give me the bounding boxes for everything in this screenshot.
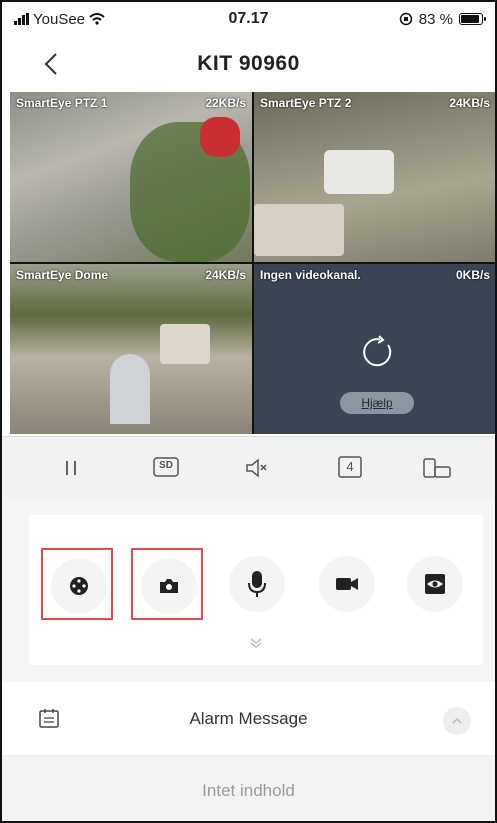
channel-2-trailer (254, 204, 344, 256)
snapshot-button[interactable] (131, 548, 203, 620)
status-left: YouSee (14, 11, 174, 28)
video-channel-4[interactable]: Ingen videokanal. 0KB/s Hjælp (254, 264, 495, 434)
empty-state-text: Intet indhold (2, 756, 495, 821)
channel-2-rate: 24KB/s (449, 96, 490, 110)
video-channel-2[interactable]: SmartEye PTZ 2 24KB/s (254, 92, 495, 262)
action-panel (29, 515, 483, 665)
status-right: 83 % (323, 10, 486, 28)
preset-view-icon (425, 574, 445, 594)
chevron-up-icon (452, 717, 462, 724)
split-label: 4 (346, 459, 354, 474)
status-bar: YouSee 07.17 83 % (2, 2, 495, 36)
split-screen-button[interactable]: 4 (336, 455, 364, 479)
channel-3-structure (160, 324, 210, 364)
page-title: KIT 90960 (197, 52, 300, 75)
loading-spinner-icon (363, 335, 392, 367)
carrier-name: YouSee (33, 10, 86, 28)
ptz-control-icon (70, 577, 88, 595)
snapshot-circle (141, 558, 197, 614)
microphone-circle (229, 556, 285, 612)
video-grid: SmartEye PTZ 1 22KB/s SmartEye PTZ 2 24K… (10, 92, 495, 434)
channel-1-label: SmartEye PTZ 1 (16, 96, 108, 110)
channel-4-label: Ingen videokanal. (260, 268, 361, 282)
signal-icon (14, 13, 29, 25)
device-orientation-icon[interactable] (422, 457, 452, 479)
preset-view-button[interactable] (399, 548, 471, 620)
camera-snapshot-icon (160, 579, 178, 593)
microphone-icon (248, 571, 266, 597)
back-chevron-icon[interactable] (38, 50, 66, 78)
channel-4-rate: 0KB/s (455, 268, 490, 282)
record-video-circle (319, 556, 375, 612)
wifi-icon (89, 13, 105, 25)
video-record-icon (336, 578, 358, 590)
help-button[interactable]: Hjælp (340, 392, 414, 414)
channel-2-van (324, 150, 394, 194)
status-time: 07.17 (228, 10, 269, 27)
ptz-control-button[interactable] (41, 548, 113, 620)
nav-bar: KIT 90960 (2, 36, 495, 92)
ptz-control-circle (51, 558, 107, 614)
orientation-lock-icon (399, 12, 413, 26)
channel-3-object (110, 354, 150, 424)
channel-3-label: SmartEye Dome (16, 268, 109, 282)
battery-percent: 83 % (418, 10, 453, 28)
expand-chevron-icon[interactable] (248, 637, 264, 649)
app-frame: YouSee 07.17 83 % KIT 90960 SmartEye PTZ… (0, 0, 497, 823)
alarm-message-title: Alarm Message (189, 709, 308, 728)
alarm-message-row[interactable]: Alarm Message (2, 682, 495, 756)
quality-toggle-button[interactable]: SD (152, 455, 180, 479)
record-video-button[interactable] (311, 548, 383, 620)
quality-label: SD (159, 460, 173, 471)
mute-icon[interactable] (244, 457, 270, 479)
video-channel-1[interactable]: SmartEye PTZ 1 22KB/s (10, 92, 252, 262)
pause-icon[interactable] (58, 457, 84, 479)
preset-view-circle (407, 556, 463, 612)
channel-2-label: SmartEye PTZ 2 (260, 96, 352, 110)
playback-controls: SD 4 (2, 436, 495, 498)
channel-1-red-object (200, 117, 240, 157)
battery-icon (459, 13, 486, 25)
microphone-button[interactable] (221, 548, 293, 620)
channel-3-rate: 24KB/s (205, 268, 246, 282)
video-channel-3[interactable]: SmartEye Dome 24KB/s (10, 264, 252, 434)
channel-1-rate: 22KB/s (205, 96, 246, 110)
collapse-button[interactable] (443, 707, 471, 735)
